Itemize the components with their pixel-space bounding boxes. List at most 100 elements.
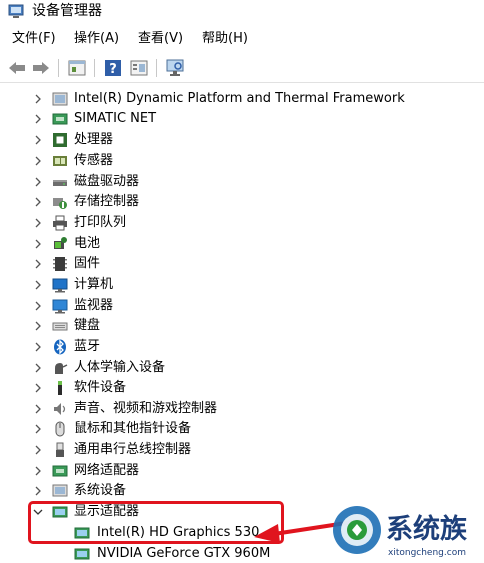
chevron-right-icon[interactable] (32, 362, 44, 374)
tree-item-label: 蓝牙 (74, 339, 101, 354)
tree-item-computer[interactable]: 计算机 (0, 275, 484, 295)
menu-file[interactable]: 文件(F) (12, 30, 56, 48)
properties-button[interactable] (66, 57, 88, 79)
tree-item-label: 处理器 (74, 132, 114, 147)
chevron-right-icon[interactable] (32, 217, 44, 229)
thermal-framework-icon (52, 92, 68, 106)
tree-item-label: 键盘 (74, 318, 101, 333)
chevron-right-icon[interactable] (32, 238, 44, 250)
device-manager-icon (8, 4, 24, 18)
watermark-brand: 系统族 (386, 513, 468, 545)
tree-item-storage-controller[interactable]: 存储控制器 (0, 192, 484, 212)
menu-view[interactable]: 查看(V) (138, 30, 183, 48)
tree-item-hid[interactable]: 人体学输入设备 (0, 358, 484, 378)
tree-item-label: 打印队列 (74, 215, 127, 230)
chevron-right-icon[interactable] (32, 423, 44, 435)
computer-icon (52, 278, 68, 293)
tree-item-bluetooth[interactable]: 蓝牙 (0, 337, 484, 357)
chevron-right-icon[interactable] (32, 320, 44, 332)
tree-item-label: 人体学输入设备 (74, 360, 166, 375)
chevron-right-icon[interactable] (32, 403, 44, 415)
tree-item-label: 固件 (74, 256, 101, 271)
system-device-icon (52, 484, 68, 497)
tree-item-disk-drive[interactable]: 磁盘驱动器 (0, 172, 484, 192)
tree-item-label: 电池 (74, 236, 101, 251)
toolbar-separator (156, 59, 157, 77)
display-adapter-icon (74, 548, 90, 560)
tree-item-label: 软件设备 (74, 380, 127, 395)
update-driver-button[interactable] (128, 57, 150, 79)
processor-icon (53, 133, 67, 147)
tree-item-mouse[interactable]: 鼠标和其他指针设备 (0, 419, 484, 439)
tree-item-label: 网络适配器 (74, 463, 140, 478)
network-icon (52, 113, 68, 125)
disk-drive-icon (53, 180, 67, 186)
chevron-right-icon[interactable] (32, 196, 44, 208)
bluetooth-icon (54, 339, 66, 355)
properties-icon (68, 60, 86, 76)
tree-item-keyboard[interactable]: 键盘 (0, 316, 484, 336)
chevron-right-icon[interactable] (32, 93, 44, 105)
chevron-right-icon[interactable] (32, 444, 44, 456)
tree-item-label: NVIDIA GeForce GTX 960M (97, 546, 271, 561)
chevron-right-icon[interactable] (32, 134, 44, 146)
tree-item-system-device[interactable]: 系统设备 (0, 481, 484, 501)
chevron-right-icon[interactable] (32, 258, 44, 270)
chevron-right-icon[interactable] (32, 155, 44, 167)
tree-item-battery[interactable]: 电池 (0, 234, 484, 254)
chevron-right-icon[interactable] (32, 465, 44, 477)
tree-item-label: 鼠标和其他指针设备 (74, 421, 192, 436)
sound-icon (54, 403, 66, 415)
device-tree: Intel(R) Dynamic Platform and Thermal Fr… (0, 86, 484, 563)
tree-item-label: 计算机 (74, 277, 114, 292)
tree-item-thermal-framework[interactable]: Intel(R) Dynamic Platform and Thermal Fr… (0, 89, 484, 109)
tree-item-monitor[interactable]: 监视器 (0, 296, 484, 316)
tree-item-print-queue[interactable]: 打印队列 (0, 213, 484, 233)
scan-hardware-button[interactable] (164, 57, 186, 79)
tree-item-sensor[interactable]: 传感器 (0, 151, 484, 171)
chevron-right-icon[interactable] (32, 113, 44, 125)
chevron-right-icon[interactable] (32, 382, 44, 394)
svg-text:?: ? (109, 62, 117, 77)
chevron-right-icon[interactable] (32, 176, 44, 188)
tree-item-simatic-net[interactable]: SIMATIC NET (0, 109, 484, 129)
tree-item-label: 磁盘驱动器 (74, 174, 140, 189)
battery-icon (54, 237, 67, 249)
tree-item-label: 传感器 (74, 153, 114, 168)
tree-item-sound[interactable]: 声音、视频和游戏控制器 (0, 399, 484, 419)
tree-item-firmware[interactable]: 固件 (0, 254, 484, 274)
chevron-right-icon[interactable] (32, 485, 44, 497)
tree-item-usb[interactable]: 通用串行总线控制器 (0, 440, 484, 460)
forward-button[interactable] (30, 57, 52, 79)
usb-icon (56, 442, 64, 457)
keyboard-icon (52, 322, 68, 331)
back-arrow-icon (9, 62, 25, 74)
back-button[interactable] (6, 57, 28, 79)
monitor-icon (52, 299, 68, 314)
chevron-right-icon[interactable] (32, 300, 44, 312)
storage-controller-icon (53, 198, 67, 209)
software-device-icon (58, 381, 62, 395)
tree-item-network-adapter[interactable]: 网络适配器 (0, 461, 484, 481)
sensor-icon (53, 156, 67, 166)
help-icon: ? (105, 60, 121, 77)
menu-action[interactable]: 操作(A) (74, 30, 119, 48)
printer-icon (53, 215, 67, 231)
toolbar-separator (58, 59, 59, 77)
tree-item-software-device[interactable]: 软件设备 (0, 378, 484, 398)
update-driver-icon (130, 60, 148, 76)
tree-item-label: 存储控制器 (74, 194, 140, 209)
help-button[interactable]: ? (102, 57, 124, 79)
tree-item-label: 监视器 (74, 298, 114, 313)
chevron-right-icon[interactable] (32, 279, 44, 291)
menu-help[interactable]: 帮助(H) (202, 30, 248, 48)
tree-item-processor[interactable]: 处理器 (0, 130, 484, 150)
chevron-right-icon[interactable] (32, 341, 44, 353)
firmware-icon (53, 257, 67, 271)
tree-item-label: SIMATIC NET (74, 111, 157, 126)
tree-item-label: 声音、视频和游戏控制器 (74, 401, 218, 416)
tree-item-label: 通用串行总线控制器 (74, 442, 192, 457)
annotation-highlight-box (28, 501, 284, 544)
title-bar: 设备管理器 (0, 0, 484, 26)
toolbar-separator (94, 59, 95, 77)
